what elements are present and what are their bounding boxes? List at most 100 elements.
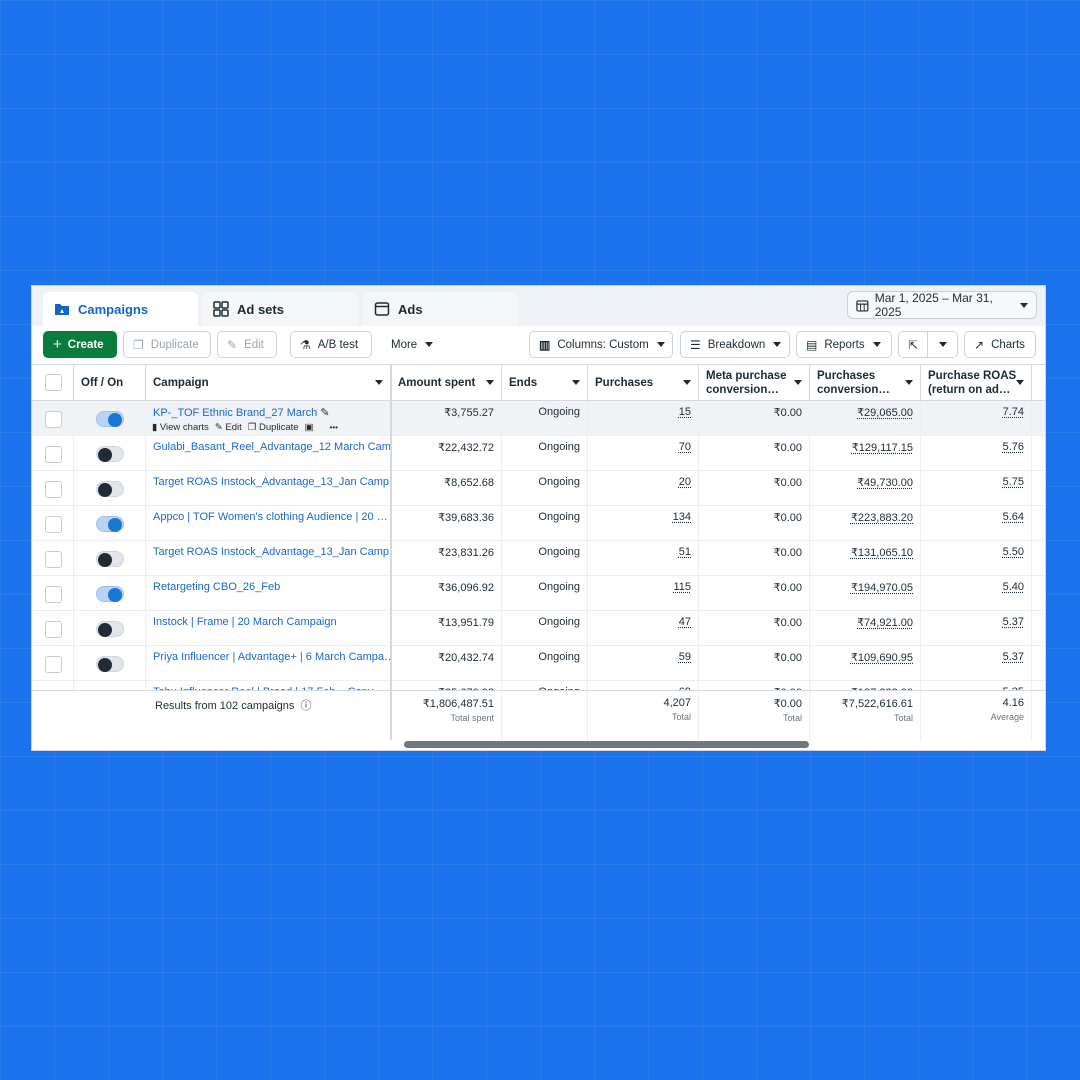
tab-campaigns[interactable]: Campaigns: [43, 292, 198, 326]
export-dropdown[interactable]: [928, 342, 957, 347]
sort-icon[interactable]: [572, 380, 580, 385]
horizontal-scrollbar[interactable]: [404, 741, 809, 748]
campaign-toggle[interactable]: [96, 551, 124, 567]
pencil-icon: ✎: [227, 337, 238, 352]
view-charts-action[interactable]: ▮ View charts: [152, 422, 209, 433]
campaign-toggle[interactable]: [96, 481, 124, 497]
cell-meta: ₹0.00: [699, 506, 810, 541]
select-all-checkbox[interactable]: [45, 374, 62, 391]
table-row[interactable]: Appco | TOF Women's clothing Audience | …: [32, 506, 1045, 541]
sort-icon[interactable]: [1016, 380, 1024, 385]
campaign-name-link[interactable]: Gulabi_Basant_Reel_Advantage_12 March Ca…: [153, 441, 390, 453]
create-button[interactable]: + Create: [43, 331, 117, 358]
header-meta-line2: conversion…: [706, 384, 779, 396]
campaign-toggle[interactable]: [96, 411, 124, 427]
table-row[interactable]: Priya Influencer | Advantage+ | 6 March …: [32, 646, 1045, 681]
more-button[interactable]: More: [382, 331, 442, 358]
table-row[interactable]: Instock | Frame | 20 March Campaign ₹13,9…: [32, 611, 1045, 646]
footer-meta: ₹0.00 Total: [699, 691, 810, 741]
row-checkbox[interactable]: [45, 586, 62, 603]
date-range-picker[interactable]: Mar 1, 2025 – Mar 31, 2025: [847, 291, 1037, 319]
chart-icon: ↗: [974, 337, 985, 352]
campaign-toggle[interactable]: [96, 516, 124, 532]
campaign-name-link[interactable]: KP-_TOF Ethnic Brand_27 March: [153, 407, 317, 419]
reports-button[interactable]: ▤ Reports: [796, 331, 892, 358]
cell-value: ₹194,970.05: [810, 576, 921, 611]
ab-test-button[interactable]: ⚗ A/B test: [290, 331, 372, 358]
row-checkbox[interactable]: [45, 656, 62, 673]
sort-icon[interactable]: [683, 380, 691, 385]
tab-ads[interactable]: Ads: [363, 292, 518, 326]
campaign-toggle[interactable]: [96, 586, 124, 602]
preview-icon[interactable]: ▣: [305, 422, 314, 433]
campaign-name-link[interactable]: Target ROAS Instock_Advantage_13_Jan Cam…: [153, 546, 390, 558]
table-row[interactable]: KP-_TOF Ethnic Brand_27 March ✎ ▮ View ch…: [32, 401, 1045, 436]
row-toggle-cell: [74, 506, 146, 541]
purchases-value: 15: [678, 406, 691, 418]
amount-value: ₹23,831.26: [438, 547, 494, 559]
duplicate-icon: ❐: [247, 422, 259, 433]
sort-icon[interactable]: [486, 380, 494, 385]
header-roas-line1: Purchase ROAS: [928, 370, 1017, 382]
cell-purchases: 15: [588, 401, 699, 436]
sort-icon[interactable]: [905, 380, 913, 385]
folder-icon: [55, 304, 69, 315]
purchases-value: 47: [678, 616, 691, 628]
campaign-name-link[interactable]: Instock | Frame | 20 March Campaign: [153, 616, 337, 628]
breakdown-button[interactable]: ☰ Breakdown: [680, 331, 790, 358]
campaign-toggle[interactable]: [96, 656, 124, 672]
row-toggle-cell: [74, 471, 146, 506]
meta-value: ₹0.00: [773, 407, 802, 419]
sort-icon[interactable]: [375, 380, 383, 385]
cell-roas: 5.40: [921, 576, 1032, 611]
rename-pencil-icon[interactable]: ✎: [317, 407, 329, 419]
campaign-name-link[interactable]: Priya Influencer | Advantage+ | 6 March …: [153, 651, 390, 663]
header-campaign[interactable]: Campaign: [146, 365, 391, 401]
campaign-name-link[interactable]: Appco | TOF Women's clothing Audience | …: [153, 511, 388, 523]
header-purchases-conversion-value[interactable]: Purchases conversion…: [810, 365, 921, 401]
sort-icon[interactable]: [794, 380, 802, 385]
duplicate-action[interactable]: ❐ Duplicate: [248, 422, 299, 433]
tab-ad-sets[interactable]: Ad sets: [202, 292, 358, 326]
export-button[interactable]: ⇱: [898, 331, 958, 358]
row-checkbox[interactable]: [45, 516, 62, 533]
header-meta-purchase[interactable]: Meta purchase conversion…: [699, 365, 810, 401]
campaign-toggle[interactable]: [96, 446, 124, 462]
roas-value: 5.37: [1002, 651, 1024, 663]
row-checkbox[interactable]: [45, 446, 62, 463]
cell-meta: ₹0.00: [699, 646, 810, 681]
header-ends[interactable]: Ends: [502, 365, 588, 401]
meta-value: ₹0.00: [773, 582, 802, 594]
header-purchase-roas[interactable]: Purchase ROAS (return on ad…: [921, 365, 1032, 401]
campaigns-table: Off / On Campaign Amount spent Ends Purc…: [32, 364, 1045, 750]
row-checkbox[interactable]: [45, 551, 62, 568]
header-amount-spent[interactable]: Amount spent: [391, 365, 502, 401]
info-icon[interactable]: ⓘ: [300, 700, 311, 712]
header-pcv-line2: conversion…: [817, 384, 890, 396]
row-checkbox[interactable]: [45, 621, 62, 638]
duplicate-label: Duplicate: [150, 338, 199, 351]
table-row[interactable]: Target ROAS Instock_Advantage_13_Jan Cam…: [32, 541, 1045, 576]
table-row[interactable]: Retargeting CBO_26_Feb ₹36,096.92 Ongoing 1…: [32, 576, 1045, 611]
header-purchases[interactable]: Purchases: [588, 365, 699, 401]
cell-roas: 5.37: [921, 611, 1032, 646]
create-label: Create: [67, 338, 104, 351]
header-ends-label: Ends: [509, 377, 538, 389]
campaign-name-link[interactable]: Target ROAS Instock_Advantage_13_Jan Cam…: [153, 476, 390, 488]
row-checkbox[interactable]: [45, 481, 62, 498]
header-meta-line1: Meta purchase: [706, 370, 787, 382]
charts-button[interactable]: ↗ Charts: [964, 331, 1036, 358]
edit-action[interactable]: ✎ Edit: [215, 422, 242, 433]
row-checkbox[interactable]: [45, 411, 62, 428]
table-row[interactable]: Gulabi_Basant_Reel_Advantage_12 March Ca…: [32, 436, 1045, 471]
more-actions-icon[interactable]: •••: [330, 423, 338, 432]
duplicate-button[interactable]: ❐ Duplicate: [123, 331, 211, 358]
toggle-knob: [108, 413, 122, 427]
edit-button[interactable]: ✎ Edit: [217, 331, 277, 358]
campaign-name-link[interactable]: Retargeting CBO_26_Feb: [153, 581, 280, 593]
amount-value: ₹39,683.36: [438, 512, 494, 524]
campaign-toggle[interactable]: [96, 621, 124, 637]
table-row[interactable]: Target ROAS Instock_Advantage_13_Jan Cam…: [32, 471, 1045, 506]
cell-amount: ₹3,755.27: [391, 401, 502, 436]
columns-button[interactable]: ▥ Columns: Custom: [529, 331, 673, 358]
